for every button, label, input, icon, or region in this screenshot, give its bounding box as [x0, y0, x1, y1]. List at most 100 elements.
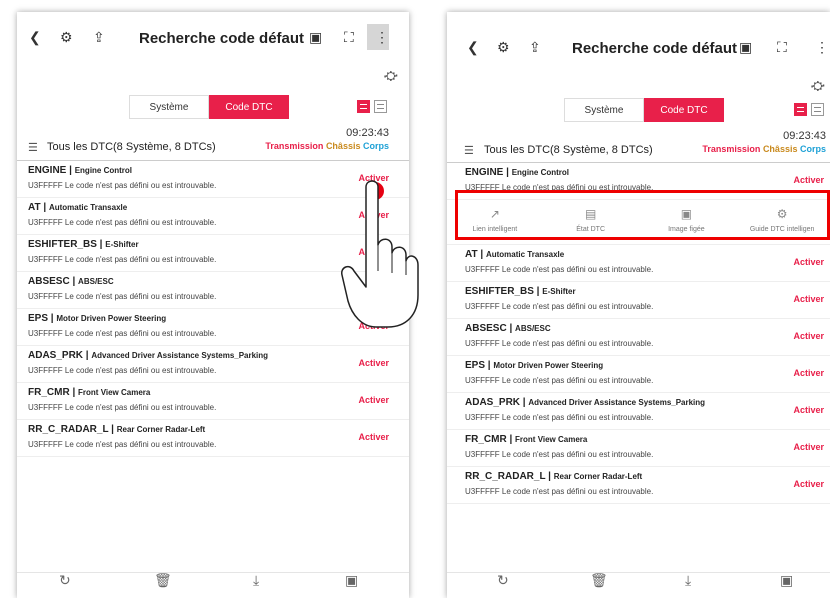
- dtc-name: ABSESC | ABS/ESC: [28, 276, 114, 287]
- dtc-name: EPS | Motor Driven Power Steering: [465, 360, 604, 371]
- activate-button[interactable]: Activer: [793, 294, 824, 304]
- vci-icon[interactable]: ⚙: [497, 38, 510, 56]
- compact-view-icon[interactable]: [374, 100, 387, 113]
- filter-corps[interactable]: Corps: [800, 144, 826, 154]
- dtc-name: ESHIFTER_BS | E-Shifter: [465, 286, 576, 297]
- hand-pointer-icon: [341, 180, 419, 328]
- system-filters: Transmission Châssis Corps: [702, 144, 826, 154]
- dtc-row[interactable]: ADAS_PRK | Advanced Driver Assistance Sy…: [17, 346, 409, 383]
- save-icon[interactable]: ▣: [345, 572, 358, 589]
- highlight-box: [455, 190, 830, 240]
- vci-status-icon[interactable]: ▣: [309, 28, 322, 46]
- dtc-name: EPS | Motor Driven Power Steering: [28, 313, 167, 324]
- filter-chassis[interactable]: Châssis: [326, 141, 361, 151]
- dtc-message: U3FFFFF Le code n'est pas défini ou est …: [28, 329, 217, 338]
- more-vertical-icon[interactable]: ⋮: [375, 28, 389, 46]
- activate-button[interactable]: Activer: [793, 331, 824, 341]
- page-title: Recherche code défaut: [572, 40, 738, 57]
- refresh-icon[interactable]: ↻: [59, 572, 71, 589]
- dtc-name: RR_C_RADAR_L | Rear Corner Radar-Left: [28, 424, 206, 435]
- save-icon[interactable]: ▣: [780, 572, 793, 589]
- activate-button[interactable]: Activer: [358, 432, 389, 442]
- activate-button[interactable]: Activer: [358, 358, 389, 368]
- activate-button[interactable]: Activer: [793, 257, 824, 267]
- tab-dtc[interactable]: Code DTC: [644, 98, 724, 122]
- fullscreen-icon[interactable]: ⛶: [344, 28, 354, 46]
- dtc-name: ENGINE | Engine Control: [28, 165, 133, 176]
- compact-view-icon[interactable]: [811, 103, 824, 116]
- dtc-row[interactable]: EPS | Motor Driven Power Steering U3FFFFF…: [447, 356, 830, 393]
- dtc-name: ADAS_PRK | Advanced Driver Assistance Sy…: [28, 350, 269, 361]
- tab-dtc[interactable]: Code DTC: [209, 95, 289, 119]
- view-tabs: Système Code DTC: [129, 95, 289, 119]
- summary-text: Tous les DTC(8 Système, 8 DTCs): [47, 141, 216, 153]
- trash-icon[interactable]: 🗑: [590, 572, 608, 589]
- dtc-message: U3FFFFF Le code n'est pas défini ou est …: [28, 292, 217, 301]
- tab-system[interactable]: Système: [129, 95, 209, 119]
- dtc-message: U3FFFFF Le code n'est pas défini ou est …: [28, 403, 217, 412]
- dtc-message: U3FFFFF Le code n'est pas défini ou est …: [28, 181, 217, 190]
- activate-button[interactable]: Activer: [793, 479, 824, 489]
- car-icon[interactable]: ⛮: [384, 68, 398, 84]
- fullscreen-icon[interactable]: ⛶: [777, 38, 787, 56]
- dtc-row[interactable]: ABSESC | ABS/ESC U3FFFFF Le code n'est pa…: [447, 319, 830, 356]
- summary-row: ☰ Tous les DTC(8 Système, 8 DTCs) Transm…: [17, 141, 409, 159]
- dtc-row[interactable]: ADAS_PRK | Advanced Driver Assistance Sy…: [447, 393, 830, 430]
- summary-text: Tous les DTC(8 Système, 8 DTCs): [484, 144, 653, 156]
- system-filters: Transmission Châssis Corps: [265, 141, 389, 151]
- top-bar: ❮ ⚙ ⇪ Recherche code défaut ▣ ⛶ ⋮: [17, 12, 409, 64]
- dtc-message: U3FFFFF Le code n'est pas défini ou est …: [465, 302, 654, 311]
- chevron-left-icon[interactable]: ❮: [29, 28, 41, 46]
- dtc-name: FR_CMR | Front View Camera: [465, 434, 588, 445]
- export-icon[interactable]: ⇪: [529, 38, 541, 56]
- activate-button[interactable]: Activer: [793, 405, 824, 415]
- dtc-row[interactable]: RR_C_RADAR_L | Rear Corner Radar-Left U3F…: [447, 467, 830, 504]
- dtc-message: U3FFFFF Le code n'est pas défini ou est …: [465, 450, 654, 459]
- dtc-name: ENGINE | Engine Control: [465, 167, 570, 178]
- filter-chassis[interactable]: Châssis: [763, 144, 798, 154]
- dtc-message: U3FFFFF Le code n'est pas défini ou est …: [465, 413, 654, 422]
- dtc-row[interactable]: RR_C_RADAR_L | Rear Corner Radar-Left U3F…: [17, 420, 409, 457]
- download-icon[interactable]: ⤓: [253, 572, 259, 589]
- more-vertical-icon[interactable]: ⋮: [815, 38, 829, 56]
- dtc-name: AT | Automatic Transaxle: [28, 202, 128, 213]
- dtc-message: U3FFFFF Le code n'est pas défini ou est …: [28, 218, 217, 227]
- dtc-name: RR_C_RADAR_L | Rear Corner Radar-Left: [465, 471, 643, 482]
- filter-transmission[interactable]: Transmission: [702, 144, 760, 154]
- view-toggle: [794, 103, 824, 116]
- dtc-message: U3FFFFF Le code n'est pas défini ou est …: [465, 487, 654, 496]
- dtc-row[interactable]: FR_CMR | Front View Camera U3FFFFF Le cod…: [447, 430, 830, 467]
- dtc-row[interactable]: AT | Automatic Transaxle U3FFFFF Le code …: [447, 245, 830, 282]
- download-icon[interactable]: ⤓: [685, 572, 691, 589]
- timestamp: 09:23:43: [346, 127, 389, 139]
- activate-button[interactable]: Activer: [793, 175, 824, 185]
- list-view-icon[interactable]: [794, 103, 807, 116]
- dtc-message: U3FFFFF Le code n'est pas défini ou est …: [28, 366, 217, 375]
- activate-button[interactable]: Activer: [793, 368, 824, 378]
- refresh-icon[interactable]: ↻: [497, 572, 509, 589]
- vci-status-icon[interactable]: ▣: [739, 38, 752, 56]
- export-icon[interactable]: ⇪: [93, 28, 105, 46]
- dtc-message: U3FFFFF Le code n'est pas défini ou est …: [465, 376, 654, 385]
- car-icon[interactable]: ⛮: [811, 78, 825, 94]
- dtc-message: U3FFFFF Le code n'est pas défini ou est …: [28, 255, 217, 264]
- vci-icon[interactable]: ⚙: [60, 28, 73, 46]
- filter-corps[interactable]: Corps: [363, 141, 389, 151]
- trash-icon[interactable]: 🗑: [154, 572, 172, 589]
- activate-button[interactable]: Activer: [793, 442, 824, 452]
- list-view-icon[interactable]: [357, 100, 370, 113]
- view-toggle: [357, 100, 387, 113]
- activate-button[interactable]: Activer: [358, 395, 389, 405]
- dtc-name: FR_CMR | Front View Camera: [28, 387, 151, 398]
- tab-system[interactable]: Système: [564, 98, 644, 122]
- dtc-name: AT | Automatic Transaxle: [465, 249, 565, 260]
- page-title: Recherche code défaut: [139, 30, 305, 47]
- dtc-name: ESHIFTER_BS | E-Shifter: [28, 239, 139, 250]
- dtc-name: ADAS_PRK | Advanced Driver Assistance Sy…: [465, 397, 706, 408]
- view-tabs: Système Code DTC: [564, 98, 724, 122]
- dtc-row[interactable]: FR_CMR | Front View Camera U3FFFFF Le cod…: [17, 383, 409, 420]
- filter-list-icon: ☰: [28, 142, 38, 154]
- chevron-left-icon[interactable]: ❮: [467, 38, 479, 56]
- dtc-row[interactable]: ESHIFTER_BS | E-Shifter U3FFFFF Le code n…: [447, 282, 830, 319]
- filter-transmission[interactable]: Transmission: [265, 141, 323, 151]
